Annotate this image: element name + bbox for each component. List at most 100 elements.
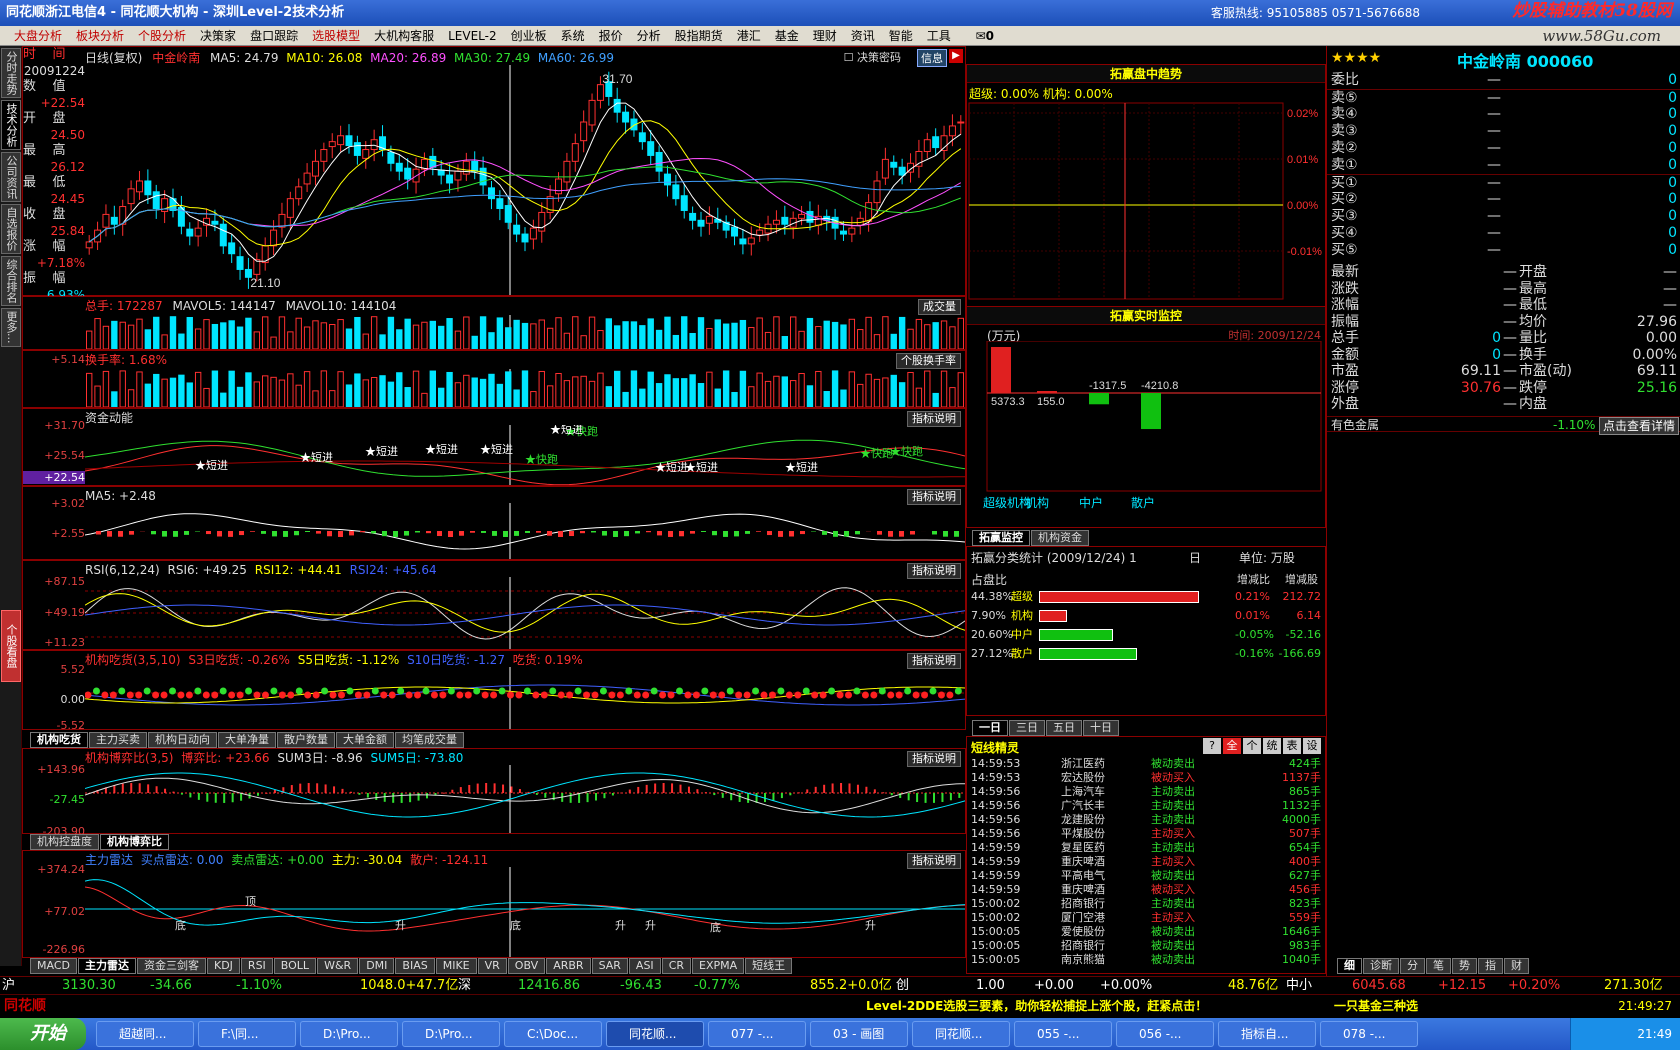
shortline-button[interactable]: 个	[1243, 738, 1261, 754]
indicator-tab[interactable]: W&R	[317, 958, 359, 974]
ma-panel[interactable]: MA5: +2.48 指标说明 +3.02 +2.55	[22, 486, 966, 560]
shortline-button[interactable]: 全	[1223, 738, 1241, 754]
indicator-tab[interactable]: 主力雷达	[77, 958, 136, 974]
trade-row[interactable]: 15:00:02 招商银行 主动卖出 823手	[971, 897, 1321, 911]
taskbar-button[interactable]: D:\Pro...	[300, 1021, 398, 1047]
sidebar-tab[interactable]: 公司资讯	[1, 152, 21, 202]
menu-item[interactable]: 系统	[554, 26, 592, 45]
indicator-tab[interactable]: 资金三剑客	[136, 958, 206, 974]
taskbar-button[interactable]: 指标自...	[1218, 1021, 1316, 1047]
taskbar-button[interactable]: 同花顺...	[912, 1021, 1010, 1047]
volume-panel[interactable]: 总手: 172287 MAVOL5: 144147 MAVOL10: 14410…	[22, 296, 966, 350]
indicator-tab[interactable]: 机构博弈比	[100, 834, 169, 850]
sidebar-tab[interactable]: 技术分析	[1, 100, 21, 150]
shortline-button[interactable]: 设	[1303, 738, 1321, 754]
realtime-monitor-panel[interactable]: 拓赢实时监控 (万元) 时间: 2009/12/24 5373.3 155.0 -1…	[966, 306, 1326, 528]
classify-day[interactable]: 日	[1189, 549, 1201, 566]
trade-row[interactable]: 14:59:56 上海汽车 主动卖出 865手	[971, 785, 1321, 799]
trade-row[interactable]: 14:59:59 复星医药 主动卖出 654手	[971, 841, 1321, 855]
classify-stats-panel[interactable]: 拓赢分类统计 (2009/12/24) 1 日 单位: 万股 占盘比 增减比 增…	[966, 546, 1326, 716]
mail-icon[interactable]: ✉0	[969, 26, 1001, 45]
menu-item[interactable]: 智能	[882, 26, 920, 45]
sidebar-tab[interactable]: 分时走势	[1, 48, 21, 98]
indicator-tab[interactable]: 机构日动向	[148, 732, 217, 748]
taskbar-button[interactable]: 078 -...	[1320, 1021, 1418, 1047]
kline-chart[interactable]: 31.70 21.10	[85, 65, 965, 295]
fund-ad[interactable]: 一只基金三种选	[1334, 995, 1418, 1017]
taskbar-button[interactable]: 超越同...	[96, 1021, 194, 1047]
quote-tab[interactable]: 势	[1452, 958, 1477, 974]
day-tab[interactable]: 一日	[972, 720, 1008, 736]
indicator-tab[interactable]: MIKE	[435, 958, 477, 974]
indicator-tab[interactable]: 散户数量	[277, 732, 335, 748]
sh-index[interactable]: 3130.30	[62, 977, 116, 994]
start-button[interactable]: 开始	[0, 1018, 86, 1050]
sidebar-tab[interactable]: 综合排名	[1, 256, 21, 306]
kline-panel[interactable]: 日线(复权) 中金岭南 MA5: 24.79 MA10: 26.08 MA20:…	[22, 46, 966, 398]
cy-index[interactable]: 1.00	[976, 977, 1005, 994]
indicator-tab[interactable]: KDJ	[206, 958, 240, 974]
indicator-tab[interactable]: ASI	[628, 958, 661, 974]
taskbar-button[interactable]: 03 - 画图	[810, 1021, 908, 1047]
menu-item[interactable]: 大机构客服	[367, 26, 441, 45]
trade-row[interactable]: 15:00:05 南京熊猫 被动卖出 1040手	[971, 953, 1321, 967]
indicator-tab[interactable]: 均笔成交量	[395, 732, 464, 748]
menu-item[interactable]: 股指期货	[668, 26, 730, 45]
turnover-button[interactable]: 个股换手率	[896, 353, 961, 369]
quote-tab[interactable]: 财	[1504, 958, 1529, 974]
taskbar-button[interactable]: F:\同...	[198, 1021, 296, 1047]
indicator-tab[interactable]: EXPMA	[692, 958, 745, 974]
sidebar-tab-stock-view[interactable]: 个股看盘	[1, 610, 21, 682]
indicator-tab[interactable]: MACD	[30, 958, 77, 974]
indicator-tab[interactable]: BOLL	[273, 958, 317, 974]
menu-item[interactable]: 分析	[630, 26, 668, 45]
volume-button[interactable]: 成交量	[918, 299, 961, 315]
menu-item[interactable]: LEVEL-2	[441, 26, 504, 45]
inst-buying-panel[interactable]: 机构吃货(3,5,10) S3日吃货: -0.26% S5日吃货: -1.12%…	[22, 650, 966, 732]
decision-code-checkbox[interactable]: ☐ 决策密码	[844, 49, 901, 65]
indicator-tab[interactable]: RSI	[240, 958, 273, 974]
shortline-panel[interactable]: 短线精灵 ? 全个统表设 14:59:53 浙江医药 被动卖出 424手 14:59:53…	[966, 736, 1326, 974]
menu-item[interactable]: 工具	[920, 26, 958, 45]
trade-row[interactable]: 14:59:59 平高电气 被动卖出 627手	[971, 869, 1321, 883]
menu-item[interactable]: 选股模型	[305, 26, 367, 45]
trade-row[interactable]: 15:00:05 招商银行 被动卖出 983手	[971, 939, 1321, 953]
trade-row[interactable]: 14:59:59 重庆啤酒 主动买入 400手	[971, 855, 1321, 869]
day-tab[interactable]: 十日	[1083, 720, 1119, 736]
indicator-tab[interactable]: 机构控盘度	[30, 834, 99, 850]
taskbar-button[interactable]: 056 -...	[1116, 1021, 1214, 1047]
indicator-tab[interactable]: DMI	[359, 958, 395, 974]
trade-row[interactable]: 14:59:56 平煤股份 主动买入 507手	[971, 827, 1321, 841]
trade-row[interactable]: 15:00:02 厦门空港 主动买入 559手	[971, 911, 1321, 925]
menu-item[interactable]: 创业板	[504, 26, 554, 45]
menu-item[interactable]: 理财	[806, 26, 844, 45]
indicator-tab[interactable]: OBV	[507, 958, 546, 974]
kline-period[interactable]: 日线(复权)	[85, 51, 142, 65]
indicator-tab[interactable]: BIAS	[395, 958, 435, 974]
indicator-tab[interactable]: ARBR	[546, 958, 591, 974]
trade-row[interactable]: 14:59:56 龙建股份 主动卖出 4000手	[971, 813, 1321, 827]
menu-item[interactable]: 港汇	[730, 26, 768, 45]
rsi-panel[interactable]: RSI(6,12,24) RSI6: +49.25 RSI12: +44.41 …	[22, 560, 966, 650]
sector-detail-button[interactable]: 点击查看详情	[1598, 417, 1679, 435]
shortline-button[interactable]: ?	[1203, 738, 1221, 754]
quote-tab[interactable]: 指	[1478, 958, 1503, 974]
indicator-tab[interactable]: VR	[477, 958, 507, 974]
indicator-tab[interactable]: 主力买卖	[89, 732, 147, 748]
menu-item[interactable]: 板块分析	[69, 26, 131, 45]
indicator-tab[interactable]: CR	[661, 958, 692, 974]
day-tab[interactable]: 三日	[1009, 720, 1045, 736]
taskbar-button[interactable]: 同花顺...	[606, 1021, 704, 1047]
day-tab[interactable]: 五日	[1046, 720, 1082, 736]
radar-panel[interactable]: 主力雷达 买点雷达: 0.00 卖点雷达: +0.00 主力: -30.04 散…	[22, 850, 966, 958]
menu-item[interactable]: 决策家	[193, 26, 243, 45]
menu-item[interactable]: 报价	[592, 26, 630, 45]
trade-row[interactable]: 14:59:59 重庆啤酒 被动买入 456手	[971, 883, 1321, 897]
quote-tab[interactable]: 细	[1337, 958, 1362, 974]
menu-item[interactable]: 个股分析	[131, 26, 193, 45]
panel-close-icon[interactable]: ▶	[949, 49, 963, 63]
indicator-tab[interactable]: 大单净量	[218, 732, 276, 748]
ad-banner[interactable]: Level-2DDE选股三要素，助你轻松捕捉上涨个股，赶紧点击！	[866, 995, 1207, 1017]
taskbar-button[interactable]: D:\Pro...	[402, 1021, 500, 1047]
quote-tab[interactable]: 分	[1400, 958, 1425, 974]
